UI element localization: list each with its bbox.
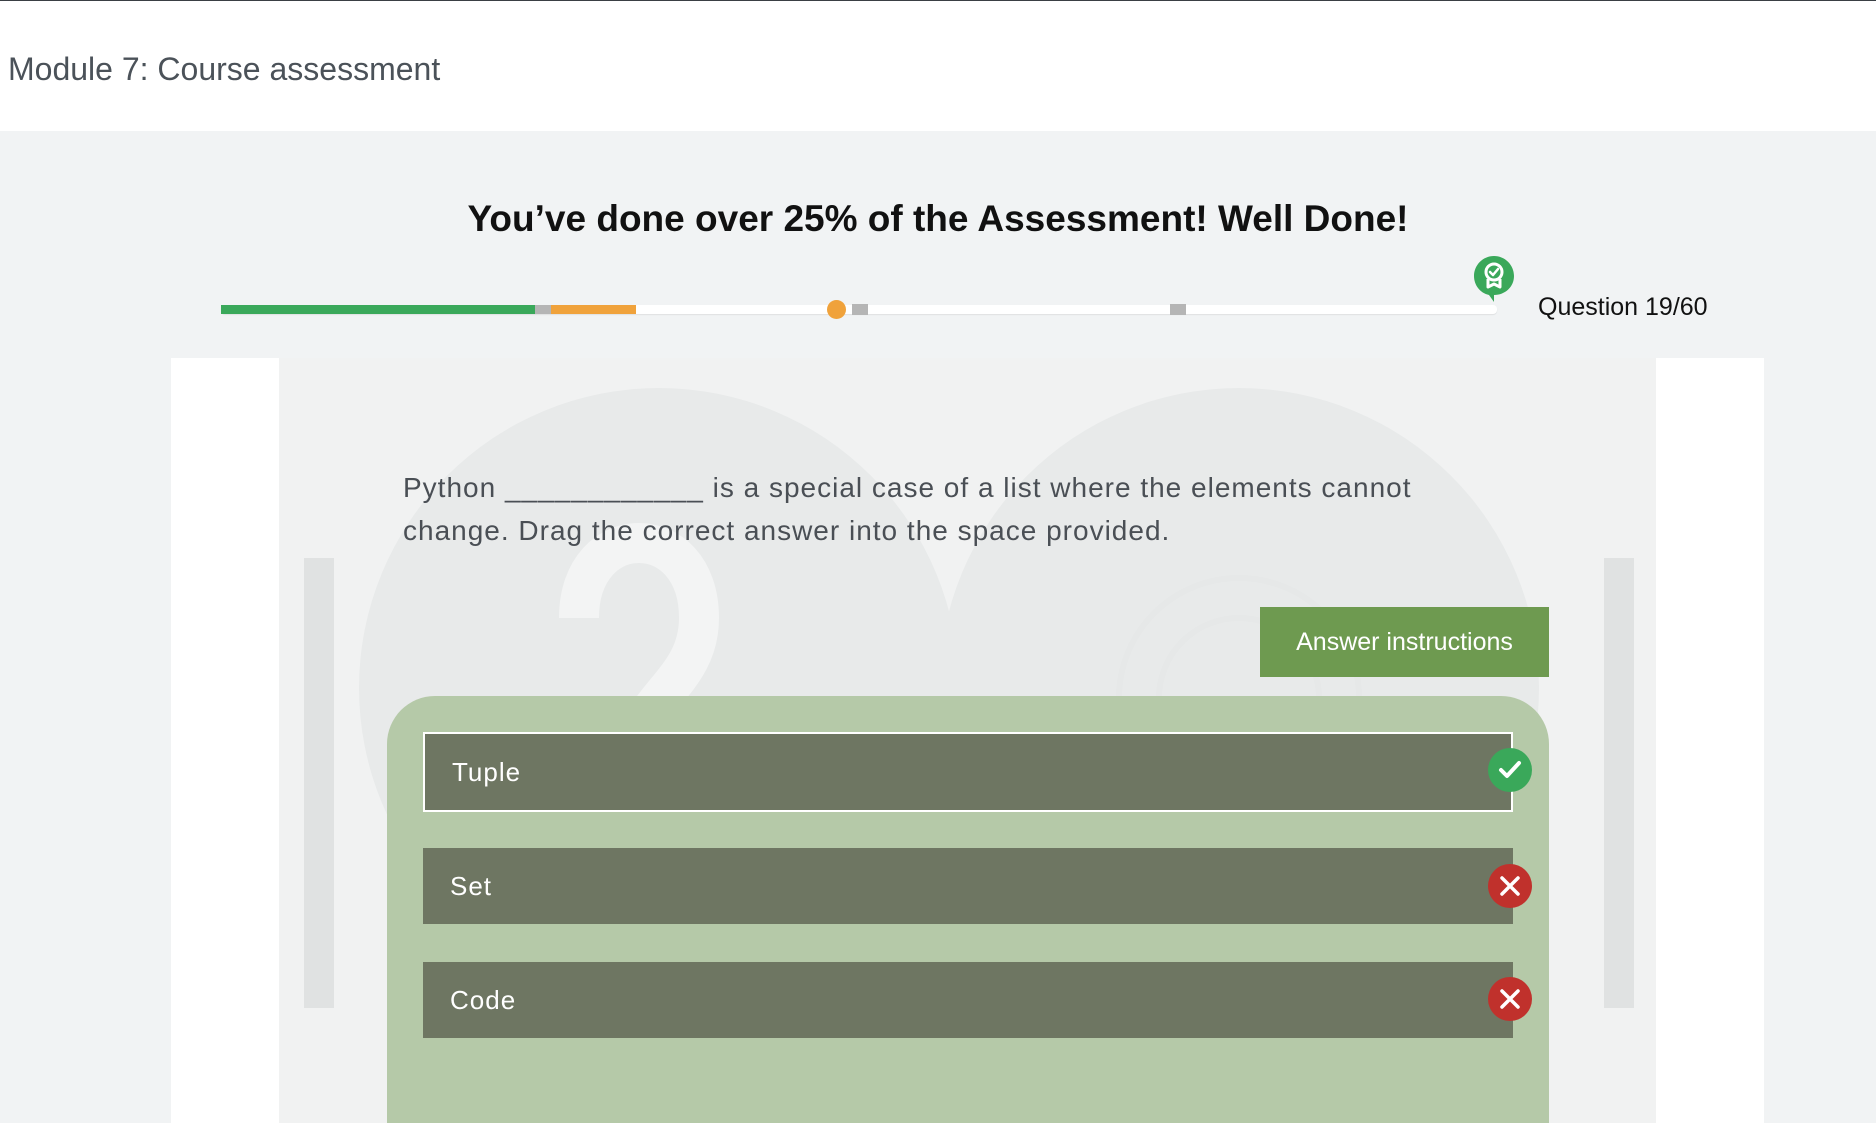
- answer-option-code[interactable]: Code: [423, 962, 1513, 1038]
- question-text: Python ____________ is a special case of…: [403, 472, 1412, 546]
- module-title: Module 7: Course assessment: [8, 51, 441, 87]
- question-counter: Question 19/60: [1538, 293, 1708, 321]
- progress-fill-completed: [221, 305, 535, 314]
- answer-option-label: Set: [450, 870, 493, 901]
- progress-fill-current: [551, 305, 636, 314]
- cross-icon: [1488, 977, 1532, 1021]
- progress-current-knob: [827, 300, 846, 319]
- progress-milestone-marker: [535, 305, 551, 314]
- award-badge-icon: [1472, 254, 1516, 304]
- progress-milestone-marker: [1170, 304, 1186, 315]
- progress-banner: You’ve done over 25% of the Assessment! …: [467, 198, 1409, 239]
- progress-bar: [221, 300, 1497, 319]
- answer-instructions-button[interactable]: Answer instructions: [1260, 607, 1549, 677]
- top-bar: Module 7: Course assessment: [0, 0, 1876, 131]
- answer-option-set[interactable]: Set: [423, 848, 1513, 924]
- answer-option-label: Code: [450, 984, 517, 1015]
- checkmark-icon: [1488, 748, 1532, 792]
- answer-option-tuple[interactable]: Tuple: [423, 732, 1513, 812]
- answer-option-label: Tuple: [452, 756, 522, 787]
- progress-milestone-marker: [852, 304, 868, 315]
- cross-icon: [1488, 864, 1532, 908]
